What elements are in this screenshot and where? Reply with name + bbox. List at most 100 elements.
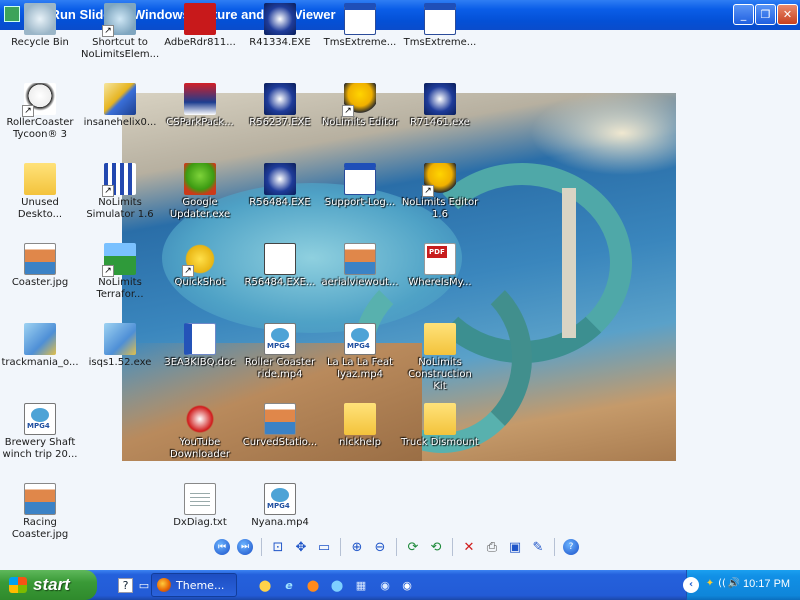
desktop-icon-adberdr[interactable]: AdbeRdr811...	[160, 3, 240, 49]
mp4-video-icon: MPG4	[24, 403, 56, 435]
mp4-video-icon: MPG4	[264, 323, 296, 355]
desktop-icon-r56484[interactable]: R56484.EXE	[240, 163, 320, 209]
delete-button[interactable]: ✕	[459, 537, 479, 557]
desktop-icon-3ea3kibq-doc[interactable]: 3EA3KIBQ.doc	[160, 323, 240, 369]
quicklaunch-app-icon[interactable]: ▦	[352, 576, 370, 594]
best-fit-button[interactable]: ⊡	[268, 537, 288, 557]
edit-icon: ✎	[532, 539, 544, 555]
zoom-out-icon: ⊖	[374, 539, 386, 555]
taskbar-button-firefox-theme[interactable]: Theme...	[151, 573, 237, 597]
zoom-in-button[interactable]: ⊕	[347, 537, 367, 557]
desktop-icon-tmsextreme-1[interactable]: TmsExtreme...	[320, 3, 400, 49]
desktop-icon-brewery-shaft[interactable]: MPG4 Brewery Shaft winch trip 20...	[0, 403, 80, 461]
desktop-icon-la-la-la[interactable]: MPG4 La La La Feat Iyaz.mp4	[320, 323, 400, 381]
desktop-icon-nolimits-simulator[interactable]: NoLimits Simulator 1.6	[80, 163, 160, 221]
folder-icon	[24, 163, 56, 195]
desktop-icon-curvedstation[interactable]: CurvedStatio...	[240, 403, 320, 449]
desktop-icon-csparkpack[interactable]: CSParkPack...	[160, 83, 240, 129]
desktop-icon-roller-coaster-ride[interactable]: MPG4 Roller Coaster ride.mp4	[240, 323, 320, 381]
desktop-icon-insanehelix[interactable]: insanehelix0...	[80, 83, 160, 129]
zoom-out-button[interactable]: ⊖	[370, 537, 390, 557]
desktop-icon-r41334[interactable]: R41334.EXE	[240, 3, 320, 49]
desktop-icon-dxdiag[interactable]: DxDiag.txt	[160, 483, 240, 529]
desktop-icon-r71461[interactable]: R71461.exe	[400, 83, 480, 129]
rollercoaster-tycoon-icon	[22, 83, 56, 117]
desktop-icon-support-log[interactable]: Support-Log...	[320, 163, 400, 209]
desktop-icon-racing-coaster[interactable]: Racing Coaster.jpg	[0, 483, 80, 541]
desktop-icon-tmsextreme-2[interactable]: TmsExtreme...	[400, 3, 480, 49]
program-window-icon	[344, 3, 376, 35]
desktop-icon-rct3[interactable]: RollerCoaster Tycoon® 3	[0, 83, 80, 141]
taskbar: start ? ▭ Theme... ⬤ e ⬤ ⬤ ▦ ◉ ◉ ‹ ✦ (( …	[0, 570, 800, 600]
google-updater-icon	[184, 163, 216, 195]
quicklaunch-app-icon[interactable]: ⬤	[256, 576, 274, 594]
ship-installer-icon	[264, 163, 296, 195]
desktop-icon-nolimits-elem-shortcut[interactable]: Shortcut to NoLimitsElem...	[80, 3, 160, 61]
adobe-reader-icon	[184, 3, 216, 35]
mp4-video-icon: MPG4	[344, 323, 376, 355]
toolbar-separator	[554, 538, 555, 556]
desktop-icon-coaster-jpg[interactable]: Coaster.jpg	[0, 243, 80, 289]
desktop-icon-quickshot[interactable]: QuickShot	[160, 243, 240, 289]
slideshow-button[interactable]: ▭	[314, 537, 334, 557]
desktop-icon-aerialview[interactable]: aerialviewout...	[320, 243, 400, 289]
text-file-icon	[184, 483, 216, 515]
folder-icon	[424, 403, 456, 435]
close-button[interactable]: ✕	[777, 4, 798, 25]
desktop-icon-recycle-bin[interactable]: Recycle Bin	[0, 3, 80, 49]
toolbar-separator	[452, 538, 453, 556]
quicklaunch-app-icon[interactable]: ◉	[376, 576, 394, 594]
maximize-button[interactable]: ❐	[755, 4, 776, 25]
print-button[interactable]: ⎙	[482, 537, 502, 557]
desktop-icon-nlckhelp[interactable]: nlckhelp	[320, 403, 400, 449]
save-button[interactable]: ▣	[505, 537, 525, 557]
start-button[interactable]: start	[0, 570, 97, 600]
edit-button[interactable]: ✎	[528, 537, 548, 557]
installer-icon	[104, 323, 136, 355]
desktop-icon-nyana[interactable]: MPG4 Nyana.mp4	[240, 483, 320, 529]
desktop-icon-whereismy[interactable]: PDF WhereIsMy...	[400, 243, 480, 289]
quicklaunch-help-icon[interactable]: ?	[118, 578, 133, 593]
ship-installer-icon	[264, 3, 296, 35]
desktop-icon-r56237[interactable]: R56237.EXE	[240, 83, 320, 129]
internet-explorer-icon[interactable]: e	[280, 576, 298, 594]
ship-installer-icon	[424, 83, 456, 115]
best-fit-icon: ⊡	[272, 539, 284, 555]
desktop-icon-truck-dismount[interactable]: Truck Dismount	[400, 403, 480, 449]
desktop-icon-r56484-b[interactable]: R56484.EXE...	[240, 243, 320, 289]
desktop-icon-nolimits-construction-kit[interactable]: NoLimits Construction Kit	[400, 323, 480, 393]
jpeg-image-icon	[344, 243, 376, 275]
shortcut-icon	[102, 3, 136, 37]
slideshow-icon: ▭	[317, 539, 331, 555]
desktop-icon-nolimits-terraformer[interactable]: NoLimits Terrafor...	[80, 243, 160, 301]
folder-icon	[344, 403, 376, 435]
terraformer-icon	[102, 243, 136, 277]
previous-image-button[interactable]: ⏮	[212, 537, 232, 557]
desktop-icon-youtube-downloader[interactable]: YouTube Downloader	[160, 403, 240, 461]
desktop-icon-nolimits-editor[interactable]: NoLimits Editor	[320, 83, 400, 129]
desktop-icon-unused-desktop[interactable]: Unused Deskto...	[0, 163, 80, 221]
rotate-clockwise-icon: ⟳	[407, 539, 419, 555]
show-hidden-icons-button[interactable]: ‹	[683, 577, 699, 593]
minimize-button[interactable]: _	[733, 4, 754, 25]
quicklaunch-app-icon[interactable]: ⬤	[328, 576, 346, 594]
quicklaunch-app-icon[interactable]: ◉	[398, 576, 416, 594]
rotate-counterclockwise-button[interactable]: ⟲	[426, 537, 446, 557]
rotate-clockwise-button[interactable]: ⟳	[403, 537, 423, 557]
firefox-quicklaunch-icon[interactable]: ⬤	[304, 576, 322, 594]
actual-size-button[interactable]: ✥	[291, 537, 311, 557]
nolimits-simulator-icon	[102, 163, 136, 197]
print-icon: ⎙	[486, 539, 498, 555]
folder-icon	[424, 323, 456, 355]
help-icon: ?	[563, 539, 579, 555]
desktop-icon-trackmania[interactable]: trackmania_o...	[0, 323, 80, 369]
next-image-button[interactable]: ⏭	[235, 537, 255, 557]
desktop-icon-google-updater[interactable]: Google Updater.exe	[160, 163, 240, 221]
system-clock[interactable]: 10:17 PM	[743, 578, 790, 590]
help-button[interactable]: ?	[561, 537, 581, 557]
desktop-icon-nolimits-editor-16[interactable]: NoLimits Editor 1.6	[400, 163, 480, 221]
program-window-icon	[424, 3, 456, 35]
desktop-icon-isqs[interactable]: isqs1.52.exe	[80, 323, 160, 369]
viewer-toolbar: ⏮ ⏭ ⊡ ✥ ▭ ⊕ ⊖ ⟳ ⟲ ✕ ⎙ ▣ ✎ ?	[212, 536, 581, 558]
volume-icon[interactable]: 🔊	[727, 577, 741, 591]
